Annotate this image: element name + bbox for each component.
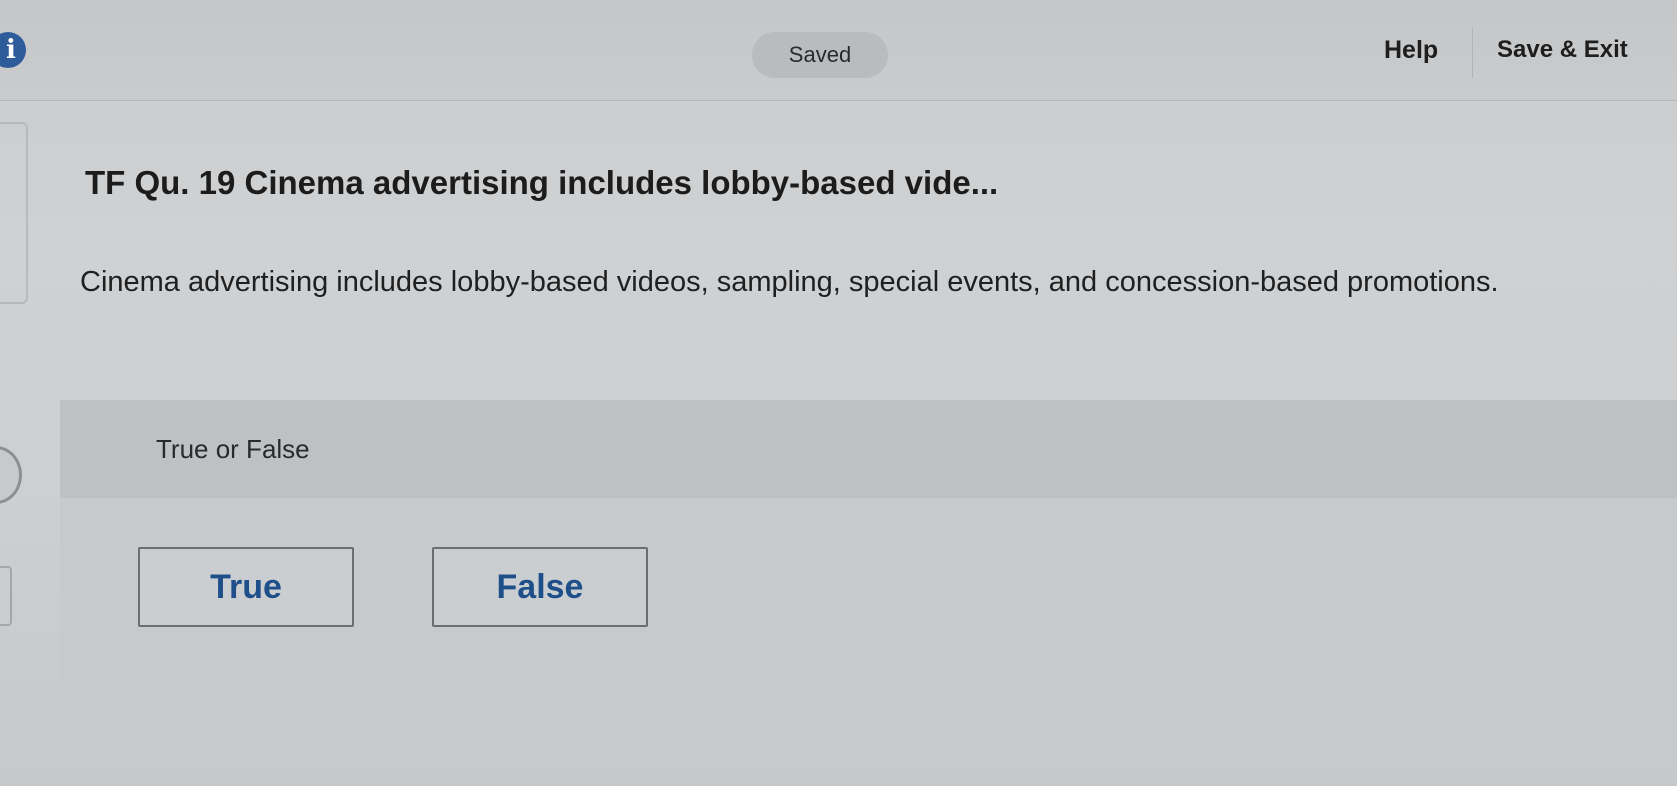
answer-type-label: True or False [156, 434, 310, 464]
false-button[interactable]: False [432, 547, 648, 627]
header-divider [1472, 28, 1473, 78]
saved-status-badge: Saved [752, 32, 888, 78]
left-side-tab[interactable] [0, 566, 12, 626]
question-title: TF Qu. 19 Cinema advertising includes lo… [85, 164, 999, 201]
left-nav-handle[interactable] [0, 446, 22, 504]
answer-panel: True or False True False [60, 400, 1677, 745]
left-side-panel-tab[interactable] [0, 122, 28, 304]
question-prompt: Cinema advertising includes lobby-based … [80, 266, 1499, 298]
info-icon[interactable]: i [0, 32, 26, 68]
top-bar: i Saved Help Save & Exit [0, 0, 1677, 101]
help-button[interactable]: Help [1384, 36, 1438, 65]
save-exit-button[interactable]: Save & Exit [1497, 36, 1628, 64]
answer-header: True or False [60, 400, 1677, 498]
true-button[interactable]: True [138, 547, 354, 627]
